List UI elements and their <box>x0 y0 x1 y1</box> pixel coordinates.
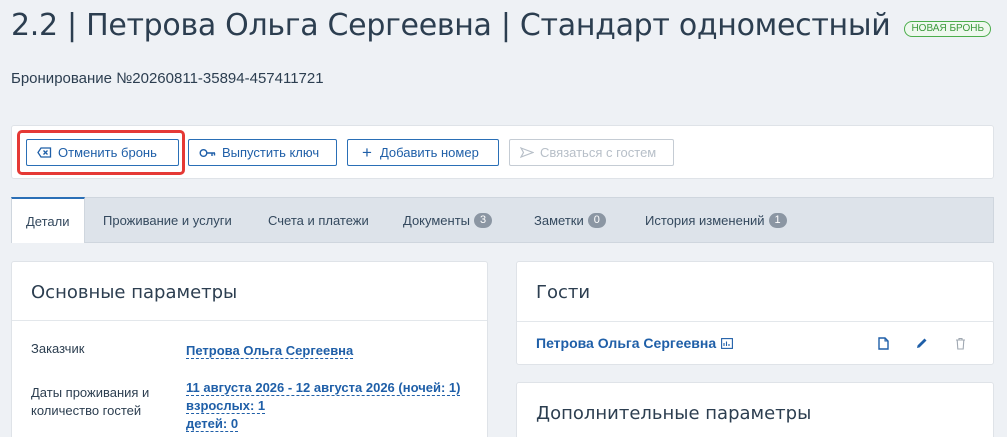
tab-documents[interactable]: Документы 3 <box>403 198 493 243</box>
contact-guest-label: Связаться с гостем <box>540 145 657 160</box>
tab-stay-services[interactable]: Проживание и услуги <box>103 198 232 243</box>
divider <box>517 321 993 322</box>
document-icon[interactable] <box>878 337 889 350</box>
plus-icon: + <box>362 143 372 162</box>
issue-key-button[interactable]: Выпустить ключ <box>188 139 337 166</box>
cancel-booking-button[interactable]: Отменить бронь <box>26 139 179 166</box>
extra-params-panel: Дополнительные параметры <box>516 382 994 437</box>
tab-invoices-payments[interactable]: Счета и платежи <box>268 198 369 243</box>
cancel-booking-label: Отменить бронь <box>58 145 157 160</box>
guests-panel: Гости Петрова Ольга Сергеевна <box>516 261 994 365</box>
delete-icon[interactable] <box>955 337 966 350</box>
divider <box>12 320 487 321</box>
toolbar: Отменить бронь Выпустить ключ + Добавить… <box>11 125 994 179</box>
customer-label: Заказчик <box>31 341 85 356</box>
main-params-title: Основные параметры <box>31 282 238 303</box>
children-value[interactable]: детей: 0 <box>186 415 239 433</box>
dates-value[interactable]: 11 августа 2026 - 12 августа 2026 (ночей… <box>186 379 461 397</box>
main-params-panel: Основные параметры Заказчик Петрова Ольг… <box>11 261 488 437</box>
status-badge: НОВАЯ БРОНЬ <box>904 20 992 37</box>
tab-details[interactable]: Детали <box>11 197 85 243</box>
booking-number: Бронирование №20260811-35894-457411721 <box>11 70 324 87</box>
page-title: 2.2 | Петрова Ольга Сергеевна | Стандарт… <box>11 8 992 43</box>
key-icon <box>199 148 216 158</box>
guest-name-link[interactable]: Петрова Ольга Сергеевна <box>536 335 734 351</box>
add-room-button[interactable]: + Добавить номер <box>347 139 499 166</box>
cancel-icon <box>37 147 52 158</box>
tab-bar: Детали Проживание и услуги Счета и плате… <box>11 197 994 243</box>
dates-label: Даты проживания и количество гостей <box>31 385 150 418</box>
edit-icon[interactable] <box>915 337 928 350</box>
adults-value[interactable]: взрослых: 1 <box>186 397 266 415</box>
issue-key-label: Выпустить ключ <box>222 145 320 160</box>
customer-value[interactable]: Петрова Ольга Сергеевна <box>186 342 354 360</box>
page-title-text: 2.2 | Петрова Ольга Сергеевна | Стандарт… <box>11 8 891 43</box>
guests-title: Гости <box>536 282 591 303</box>
documents-count: 3 <box>474 213 493 228</box>
tab-notes[interactable]: Заметки 0 <box>534 198 606 243</box>
send-icon <box>520 147 534 158</box>
add-room-label: Добавить номер <box>379 145 479 160</box>
contact-guest-button[interactable]: Связаться с гостем <box>509 139 674 166</box>
notes-count: 0 <box>587 213 606 228</box>
id-card-icon <box>721 337 734 349</box>
tab-history[interactable]: История изменений 1 <box>645 198 787 243</box>
extra-params-title: Дополнительные параметры <box>536 403 812 424</box>
history-count: 1 <box>768 213 787 228</box>
